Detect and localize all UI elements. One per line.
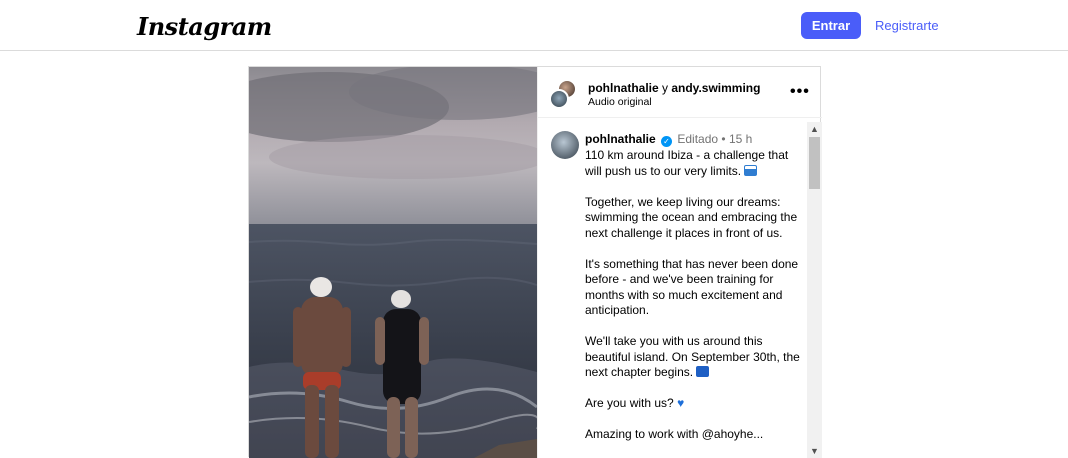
instagram-logo[interactable]: Instagram xyxy=(137,12,272,41)
caption-paragraph: 110 km around Ibiza - a challenge that w… xyxy=(585,148,789,178)
post-card: pohlnathalie y andy.swimming Audio origi… xyxy=(248,66,822,458)
photo-illustration xyxy=(249,67,537,458)
post-authors: pohlnathalie y andy.swimming xyxy=(588,81,760,95)
avatar xyxy=(549,89,569,109)
flag-emoji-icon xyxy=(696,366,710,377)
caption-meta: pohlnathalie ✓ Editado • 15 h xyxy=(585,132,752,147)
caption-username[interactable]: pohlnathalie xyxy=(585,132,656,146)
post-header: pohlnathalie y andy.swimming Audio origi… xyxy=(538,67,822,118)
scroll-down-icon[interactable]: ▼ xyxy=(807,444,822,458)
avatar[interactable] xyxy=(551,131,579,159)
wave-emoji-icon xyxy=(744,164,758,176)
audio-link[interactable]: Audio original xyxy=(588,96,652,108)
caption-paragraph: Amazing to work with @ahoyhe... xyxy=(585,427,764,441)
caption-scrollbar[interactable]: ▲ ▼ xyxy=(807,122,822,458)
register-link[interactable]: Registrarte xyxy=(875,18,939,33)
more-options-icon[interactable]: ••• xyxy=(790,83,810,101)
caption-paragraph: It's something that has never been done … xyxy=(585,256,799,318)
post-sidebar: pohlnathalie y andy.swimming Audio origi… xyxy=(537,67,822,458)
scroll-thumb[interactable] xyxy=(809,137,820,189)
authors-joiner: y xyxy=(658,81,672,95)
scroll-up-icon[interactable]: ▲ xyxy=(807,122,822,136)
caption-paragraph: Are you with us? ♥ xyxy=(585,396,685,410)
edited-label: Editado xyxy=(677,132,719,146)
top-navigation-bar: Instagram Entrar Registrarte xyxy=(0,0,1068,51)
verified-badge-icon: ✓ xyxy=(661,136,673,147)
login-button[interactable]: Entrar xyxy=(801,12,861,39)
collab-avatars[interactable] xyxy=(549,79,579,109)
meta-separator: • xyxy=(718,132,729,146)
author-link-andy-swimming[interactable]: andy.swimming xyxy=(671,81,760,95)
caption-area: pohlnathalie ✓ Editado • 15 h 110 km aro… xyxy=(538,119,822,458)
caption-paragraph: We'll take you with us around this beaut… xyxy=(585,334,800,379)
blue-heart-icon: ♥ xyxy=(677,396,685,410)
caption-paragraph: Together, we keep living our dreams: swi… xyxy=(585,194,798,240)
author-link-pohlnathalie[interactable]: pohlnathalie xyxy=(588,81,659,95)
caption-text: 110 km around Ibiza - a challenge that w… xyxy=(585,148,800,458)
post-photo[interactable] xyxy=(249,67,537,458)
post-time[interactable]: 15 h xyxy=(729,132,752,146)
